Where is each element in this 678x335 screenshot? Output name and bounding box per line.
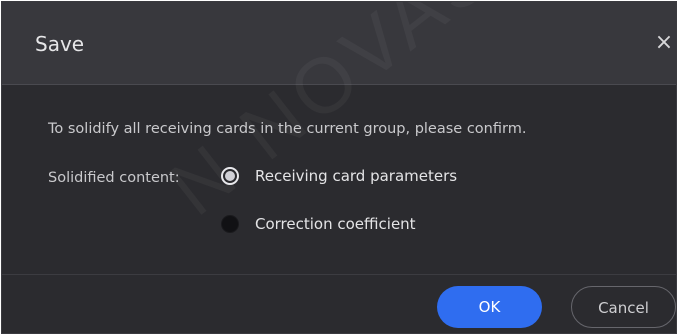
close-icon[interactable]: × bbox=[653, 30, 675, 56]
save-dialog: Save × N NOVASTAR To solidify all receiv… bbox=[1, 1, 677, 334]
radio-checked[interactable] bbox=[221, 167, 239, 185]
option-correction-coefficient[interactable]: Correction coefficient bbox=[221, 214, 416, 234]
footer-divider bbox=[2, 274, 676, 275]
radio-unchecked[interactable] bbox=[221, 215, 239, 233]
ok-button[interactable]: OK bbox=[437, 286, 542, 328]
dialog-title: Save bbox=[35, 32, 85, 56]
confirm-message: To solidify all receiving cards in the c… bbox=[48, 121, 527, 137]
option-receiving-card-parameters[interactable]: Receiving card parameters bbox=[221, 166, 457, 186]
cancel-button[interactable]: Cancel bbox=[571, 286, 676, 328]
option-label: Correction coefficient bbox=[255, 215, 416, 233]
option-label: Receiving card parameters bbox=[255, 167, 458, 185]
solidified-content-label: Solidified content: bbox=[48, 170, 180, 186]
dialog-header: Save × bbox=[2, 2, 676, 85]
